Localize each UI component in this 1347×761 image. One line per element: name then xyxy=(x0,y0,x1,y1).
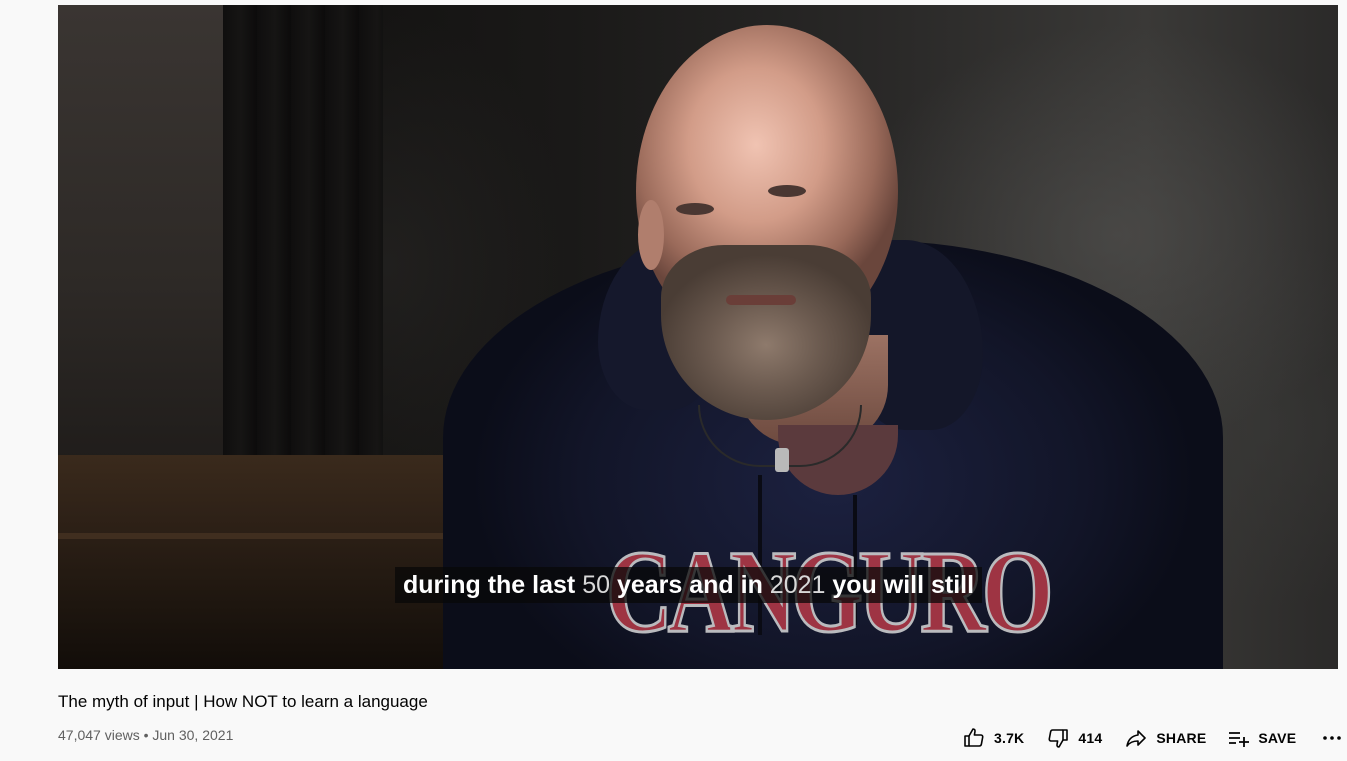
caption-segment: 2021 xyxy=(769,571,826,599)
save-button[interactable]: SAVE xyxy=(1226,726,1296,750)
playlist-add-icon xyxy=(1229,732,1250,747)
person-pendant xyxy=(775,448,789,472)
closed-caption: during the last 50 years and in 2021 you… xyxy=(395,567,983,603)
more-horizontal-icon xyxy=(1323,736,1342,740)
thumbs-up-icon xyxy=(964,728,984,747)
person-mouth xyxy=(726,295,796,305)
person-ear xyxy=(638,200,664,270)
caption-segment: 50 xyxy=(582,571,610,599)
video-curtain xyxy=(223,5,383,475)
dislike-button[interactable]: 414 xyxy=(1046,726,1102,750)
person-eye-left xyxy=(676,203,714,215)
more-actions-button[interactable] xyxy=(1320,726,1344,750)
like-button[interactable]: 3.7K xyxy=(962,726,1024,750)
caption-segment: you will still xyxy=(825,571,975,599)
caption-segment: during the last xyxy=(403,571,583,599)
video-wall-panel xyxy=(58,5,223,475)
caption-segment: years and in xyxy=(610,571,770,599)
save-label: SAVE xyxy=(1258,730,1297,746)
share-arrow-icon xyxy=(1126,730,1147,747)
share-button[interactable]: SHARE xyxy=(1124,726,1206,750)
video-title: The myth of input | How NOT to learn a l… xyxy=(58,692,428,711)
video-actions-bar: 3.7K 414 SHARE SAVE xyxy=(962,724,1344,752)
video-player[interactable]: CANGURO during the last 50 years and in … xyxy=(58,5,1338,669)
person-eye-right xyxy=(768,185,806,197)
like-count: 3.7K xyxy=(994,730,1025,746)
dislike-count: 414 xyxy=(1078,730,1103,746)
share-label: SHARE xyxy=(1156,730,1207,746)
video-view-count-date: 47,047 views • Jun 30, 2021 xyxy=(58,727,234,743)
thumbs-down-icon xyxy=(1048,729,1069,748)
